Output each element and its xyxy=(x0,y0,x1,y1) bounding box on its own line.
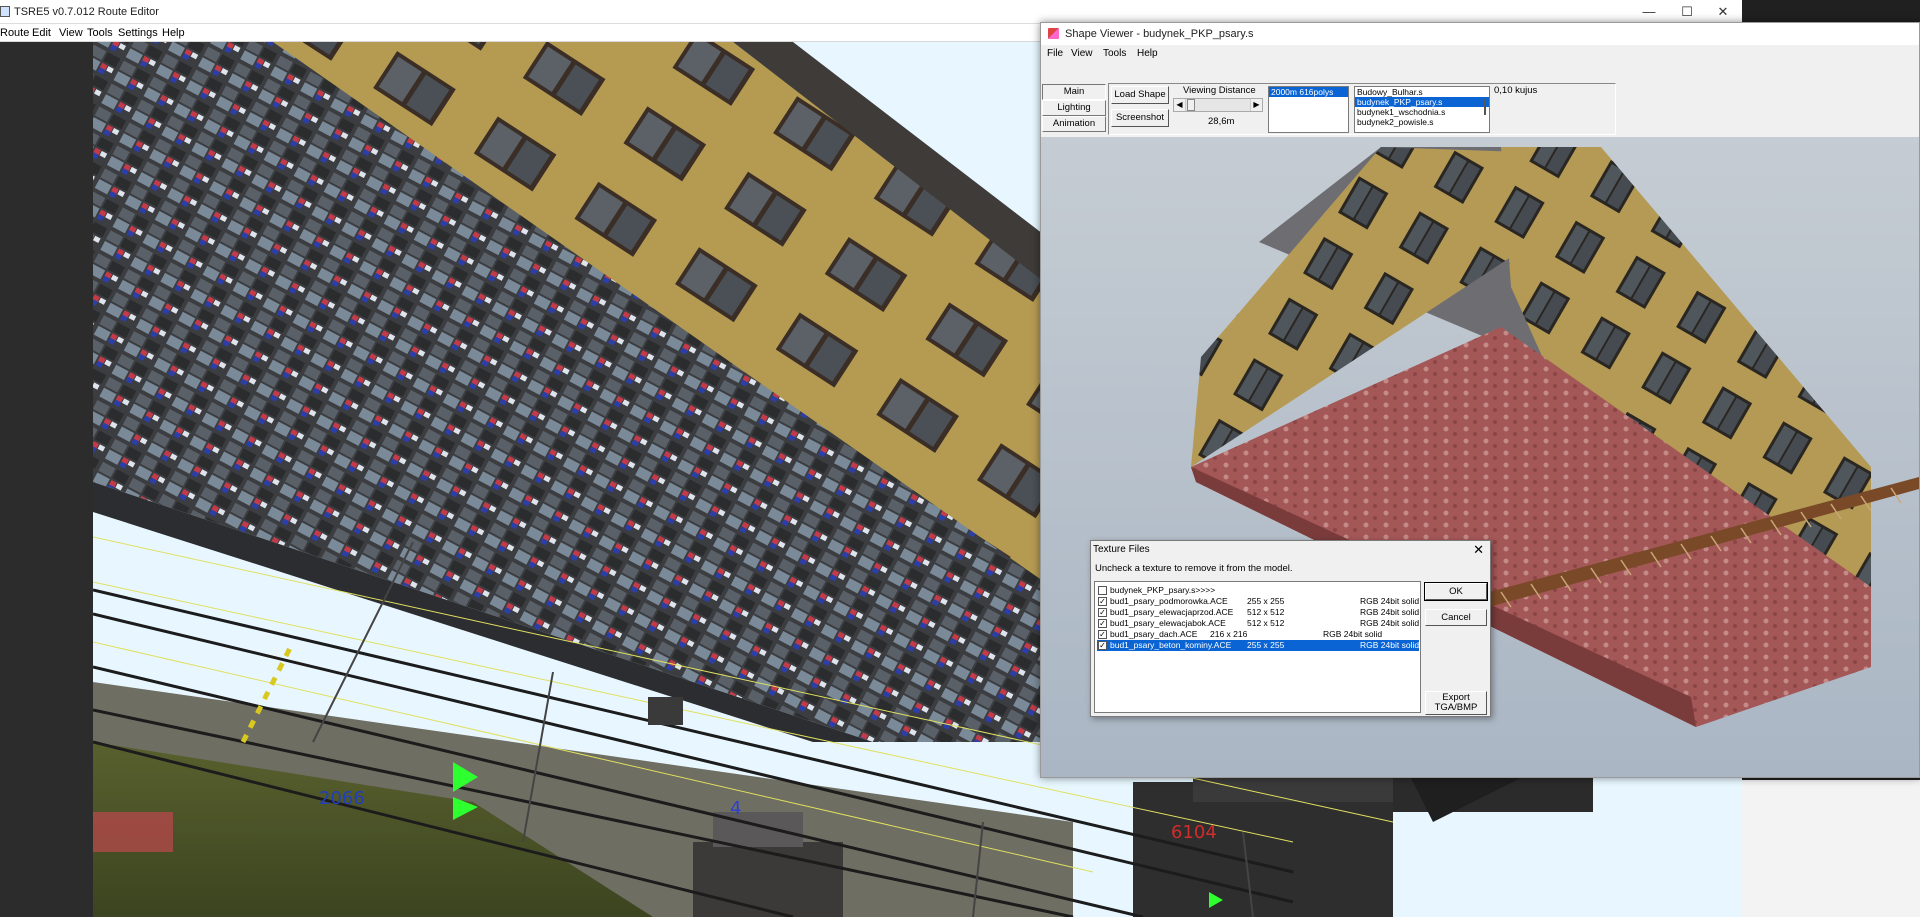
main-window-title: TSRE5 v0.7.012 Route Editor xyxy=(14,6,159,18)
texture-files-dialog: Texture Files ✕ Uncheck a texture to rem… xyxy=(1090,540,1491,717)
shape-viewer-menubar: File View Tools Help xyxy=(1041,45,1919,62)
menu-edit[interactable]: Edit xyxy=(32,27,51,39)
menu-settings[interactable]: Settings xyxy=(118,27,158,39)
ok-button[interactable]: OK xyxy=(1424,582,1488,601)
cancel-button[interactable]: Cancel xyxy=(1425,609,1487,626)
maximize-button[interactable]: ☐ xyxy=(1670,2,1704,22)
slider-thumb[interactable] xyxy=(1187,99,1195,111)
left-panel xyxy=(0,42,93,917)
screenshot-button[interactable]: Screenshot xyxy=(1111,109,1169,127)
track-label-6104: 6104 xyxy=(1171,822,1217,843)
texture-format: RGB 24bit solid xyxy=(1360,596,1420,606)
texture-checkbox[interactable]: ✓ xyxy=(1098,619,1107,628)
shape-viewer-toolbar: Main Lighting Animation Load Shape Scree… xyxy=(1041,62,1919,137)
menu-tools[interactable]: Tools xyxy=(87,27,113,39)
viewing-distance-value: 28,6m xyxy=(1208,116,1235,127)
viewing-distance-label: Viewing Distance xyxy=(1183,85,1256,96)
shape-viewer-titlebar[interactable]: Shape Viewer - budynek_PKP_psary.s xyxy=(1041,23,1919,45)
texture-dialog-title: Texture Files xyxy=(1093,544,1150,555)
sv-menu-tools[interactable]: Tools xyxy=(1103,48,1126,59)
shape-list-scrollbar[interactable] xyxy=(1484,99,1486,115)
texture-checkbox[interactable]: ✓ xyxy=(1098,641,1107,650)
texture-format: RGB 24bit solid xyxy=(1360,618,1420,628)
shape-list-item[interactable]: Budowy_Bulhar.s xyxy=(1355,87,1489,97)
texture-row[interactable]: budynek_PKP_psary.s>>>> xyxy=(1097,585,1419,596)
viewing-distance-slider[interactable]: ◀ ▶ xyxy=(1173,98,1263,112)
export-tga-bmp-button[interactable]: Export TGA/BMP xyxy=(1425,691,1487,715)
menu-help[interactable]: Help xyxy=(162,27,185,39)
texture-size: 512 x 512 xyxy=(1247,618,1285,628)
close-button[interactable]: ✕ xyxy=(1706,2,1740,22)
tab-animation[interactable]: Animation xyxy=(1042,116,1106,132)
texture-row[interactable]: ✓ bud1_psary_dach.ACE 216 x 216 RGB 24bi… xyxy=(1097,629,1419,640)
texture-size: 255 x 255 xyxy=(1247,596,1285,606)
texture-size: 512 x 512 xyxy=(1247,607,1285,617)
export-label-line2: TGA/BMP xyxy=(1434,702,1478,713)
tab-lighting[interactable]: Lighting xyxy=(1042,100,1106,116)
texture-size: 255 x 255 xyxy=(1247,640,1285,650)
lod-list-item[interactable]: 2000m 616polys xyxy=(1269,87,1348,97)
shape-viewer-title: Shape Viewer - budynek_PKP_psary.s xyxy=(1065,28,1254,40)
texture-format: RGB 24bit solid xyxy=(1323,629,1383,639)
track-label-2066: 2066 xyxy=(319,788,365,809)
shape-list-item[interactable]: budynek2_powisle.s xyxy=(1355,117,1489,127)
texture-size: 216 x 216 xyxy=(1210,629,1248,639)
texture-row[interactable]: ✓ bud1_psary_elewacjaprzod.ACE 512 x 512… xyxy=(1097,607,1419,618)
shape-list-item[interactable]: budynek1_wschodnia.s xyxy=(1355,107,1489,117)
menu-view[interactable]: View xyxy=(59,27,83,39)
app-icon xyxy=(0,6,10,17)
main-titlebar[interactable]: TSRE5 v0.7.012 Route Editor — ☐ ✕ xyxy=(0,0,1742,24)
shape-file-list[interactable]: Budowy_Bulhar.s budynek_PKP_psary.s budy… xyxy=(1354,86,1490,133)
sv-menu-help[interactable]: Help xyxy=(1137,48,1158,59)
texture-name: bud1_psary_elewacjabok.ACE xyxy=(1110,618,1226,628)
texture-format: RGB 24bit solid xyxy=(1360,607,1420,617)
track-label-4: 4 xyxy=(730,798,742,819)
shape-list-item-selected[interactable]: budynek_PKP_psary.s xyxy=(1355,97,1489,107)
lod-list[interactable]: 2000m 616polys xyxy=(1268,86,1349,133)
texture-checkbox[interactable] xyxy=(1098,586,1107,595)
texture-name: bud1_psary_elewacjaprzod.ACE xyxy=(1110,607,1234,617)
minimize-button[interactable]: — xyxy=(1632,2,1666,22)
texture-name: budynek_PKP_psary.s>>>> xyxy=(1110,585,1216,595)
texture-checkbox[interactable]: ✓ xyxy=(1098,608,1107,617)
texture-format: RGB 24bit solid xyxy=(1360,640,1420,650)
load-shape-button[interactable]: Load Shape xyxy=(1111,86,1169,104)
texture-name: bud1_psary_beton_kominy.ACE xyxy=(1110,640,1232,650)
slider-left-arrow[interactable]: ◀ xyxy=(1174,99,1186,111)
texture-row-selected[interactable]: ✓ bud1_psary_beton_kominy.ACE 255 x 255 … xyxy=(1097,640,1419,651)
texture-dialog-hint: Uncheck a texture to remove it from the … xyxy=(1095,563,1293,574)
texture-dialog-close-icon[interactable]: ✕ xyxy=(1473,542,1484,558)
texture-checkbox[interactable]: ✓ xyxy=(1098,597,1107,606)
shape-info-text: 0,10 kujus xyxy=(1494,85,1538,96)
sv-menu-file[interactable]: File xyxy=(1047,48,1063,59)
texture-row[interactable]: ✓ bud1_psary_podmorowka.ACE 255 x 255 RG… xyxy=(1097,596,1419,607)
desktop-window-fragment xyxy=(1742,780,1920,917)
texture-row[interactable]: ✓ bud1_psary_elewacjabok.ACE 512 x 512 R… xyxy=(1097,618,1419,629)
tab-main[interactable]: Main xyxy=(1042,84,1106,100)
slider-right-arrow[interactable]: ▶ xyxy=(1250,99,1262,111)
texture-checkbox[interactable]: ✓ xyxy=(1098,630,1107,639)
texture-name: bud1_psary_podmorowka.ACE xyxy=(1110,596,1228,606)
sv-menu-view[interactable]: View xyxy=(1071,48,1093,59)
shape-viewer-icon xyxy=(1048,28,1059,39)
texture-list[interactable]: budynek_PKP_psary.s>>>> ✓ bud1_psary_pod… xyxy=(1094,581,1421,713)
menu-route[interactable]: Route xyxy=(0,27,29,39)
texture-name: bud1_psary_dach.ACE xyxy=(1110,629,1198,639)
